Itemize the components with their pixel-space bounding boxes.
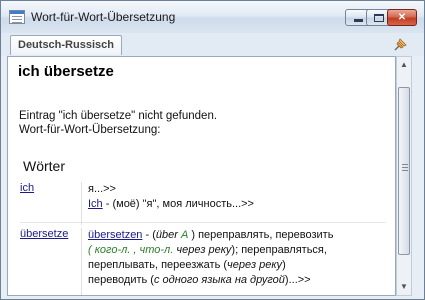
dictionary-tab[interactable]: Deutsch-Russisch	[10, 35, 122, 55]
word-link[interactable]: ich	[20, 182, 34, 194]
word-row: übersetze übersetzen - (über A ) перепра…	[20, 225, 386, 295]
not-found-message: Eintrag "ich übersetze" nicht gefunden.	[19, 110, 218, 122]
title-bar[interactable]: Wort-für-Wort-Übersetzung ✕	[1, 1, 424, 33]
entry-heading: ich übersetze	[18, 63, 114, 80]
app-window: Wort-für-Wort-Übersetzung ✕ Deutsch-Russ…	[0, 0, 425, 300]
pin-icon[interactable]	[392, 37, 408, 53]
word-translation: übersetzen - (über A ) переправлять, пер…	[88, 229, 334, 286]
section-title: Wörter	[23, 158, 65, 174]
mode-label: Wort-für-Wort-Übersetzung:	[19, 124, 161, 136]
word-link[interactable]: übersetze	[20, 228, 68, 240]
scroll-down-icon[interactable]: ▼	[397, 279, 411, 295]
minimize-icon	[353, 18, 363, 22]
translation-panel: ich übersetze Eintrag "ich übersetze" ni…	[7, 56, 396, 296]
word-row: ich я...>> Ich - (моё) "я", моя личность…	[20, 179, 386, 225]
entry-link[interactable]: Ich	[88, 198, 103, 210]
word-translation: я...>> Ich - (моё) "я", моя личность...>…	[88, 182, 384, 212]
translation-line: я...>>	[88, 183, 116, 195]
app-icon	[9, 10, 25, 24]
close-icon: ✕	[397, 12, 407, 23]
entry-link[interactable]: übersetzen	[88, 229, 142, 241]
window-title: Wort-für-Wort-Übersetzung	[31, 10, 176, 24]
vertical-scrollbar[interactable]: ▲ ▼	[396, 56, 412, 296]
close-button[interactable]: ✕	[387, 9, 417, 26]
scroll-thumb[interactable]	[398, 87, 410, 255]
scroll-up-icon[interactable]: ▲	[397, 57, 411, 73]
translation-line: Ich - (моё) "я", моя личность...>>	[88, 198, 254, 210]
maximize-icon	[374, 14, 384, 23]
toolbar: Deutsch-Russisch	[1, 33, 424, 56]
